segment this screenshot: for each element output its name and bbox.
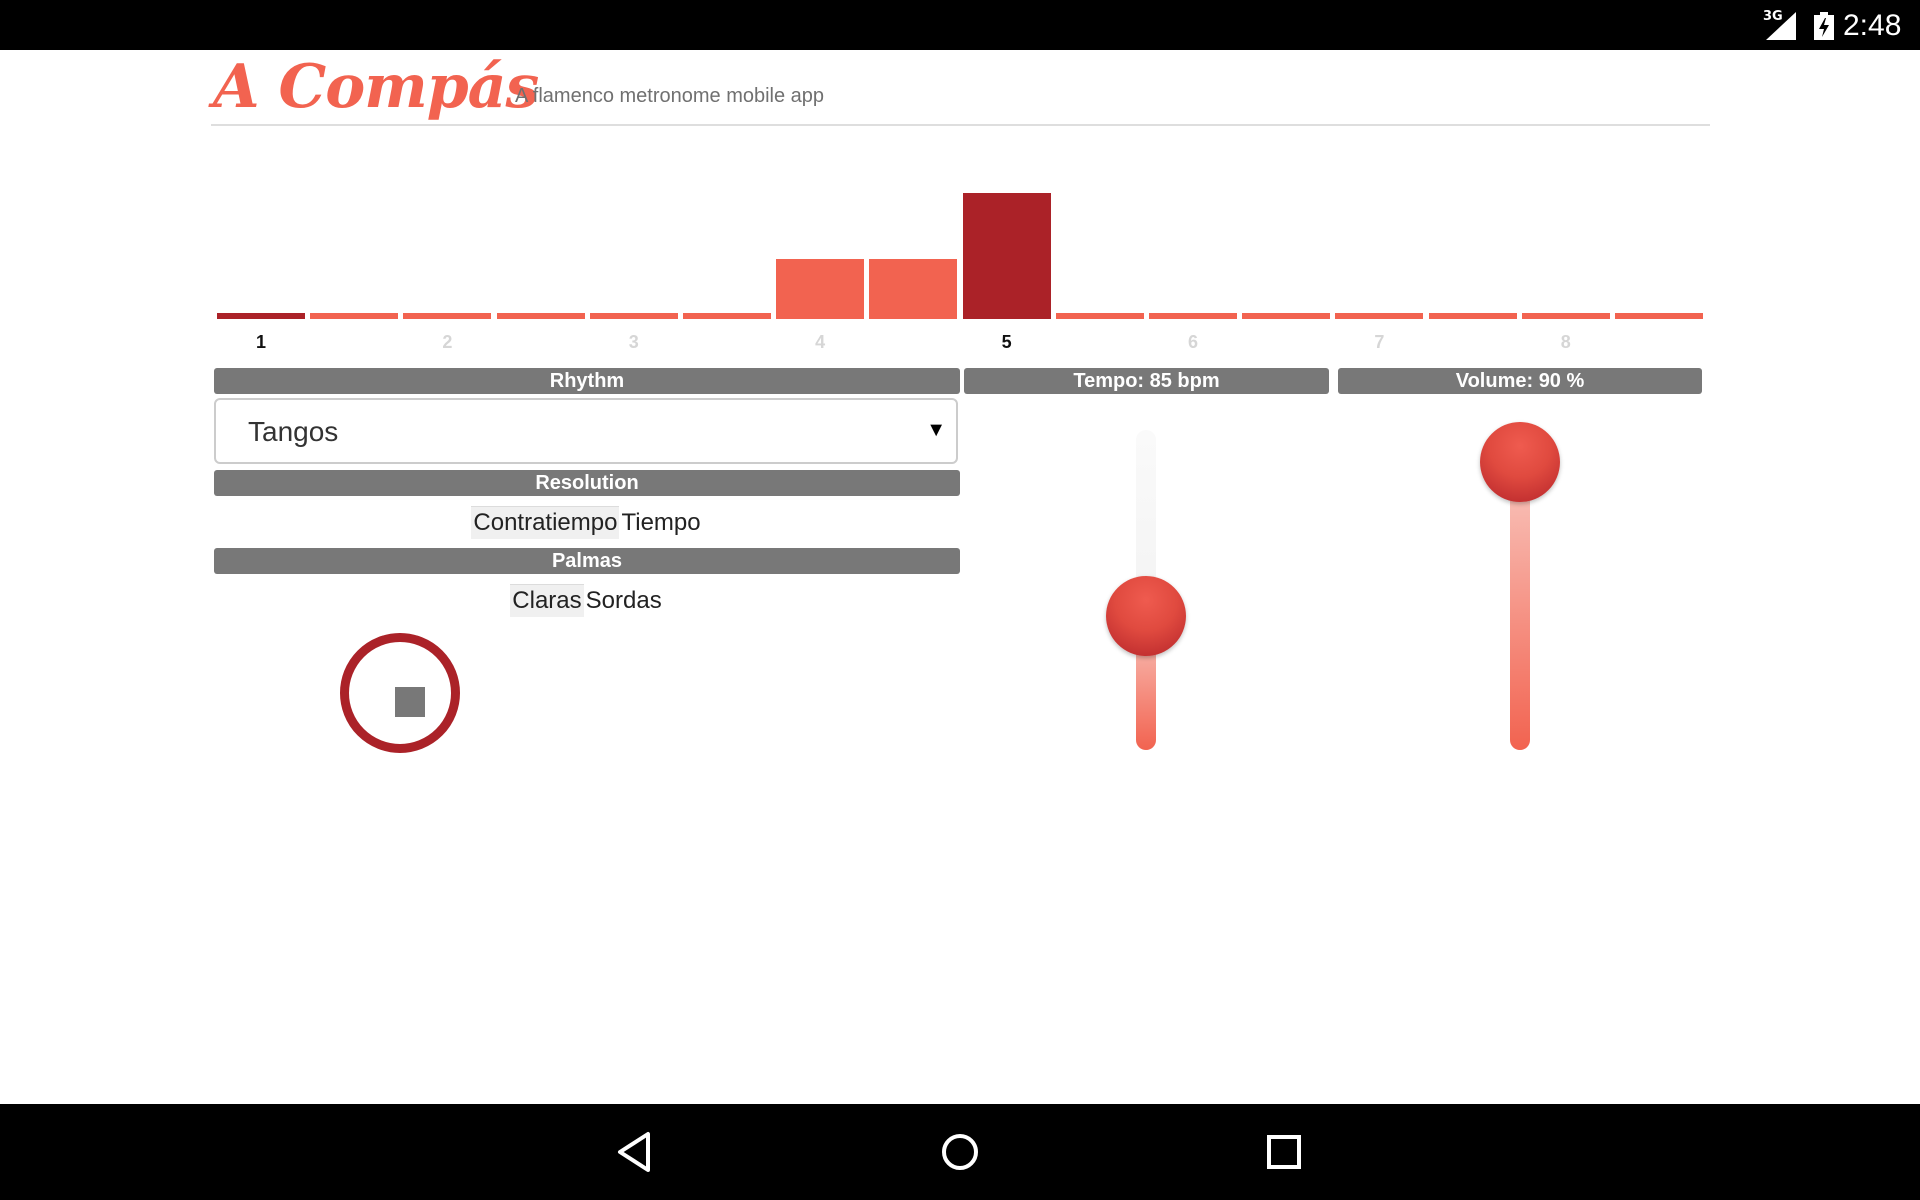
beat-bar xyxy=(683,313,771,319)
resolution-options: Contratiempo Tiempo xyxy=(214,506,960,539)
beat-bar xyxy=(869,259,958,319)
beat-number: 8 xyxy=(1560,332,1571,352)
beat-bar xyxy=(496,313,585,319)
app-title: A Compás xyxy=(213,52,539,122)
rhythm-selected-value: Tangos xyxy=(248,416,339,447)
battery-charging-icon xyxy=(1814,12,1834,40)
beat-number: 5 xyxy=(1001,332,1012,352)
beat-bar xyxy=(1428,313,1517,319)
beat-bar xyxy=(1149,313,1237,319)
palmas-option-claras[interactable]: Claras xyxy=(510,584,584,617)
beat-bar xyxy=(1335,313,1424,319)
dropdown-arrow-icon: ▼ xyxy=(926,419,946,441)
beat-number: 4 xyxy=(815,332,826,352)
beat-number: 7 xyxy=(1374,332,1385,352)
app-subtitle: A flamenco metronome mobile app xyxy=(515,85,825,107)
stop-icon xyxy=(395,687,425,717)
palmas-header: Palmas xyxy=(214,548,960,574)
beat-bar xyxy=(589,313,678,319)
clock: 2:48 xyxy=(1843,9,1902,42)
rhythm-header: Rhythm xyxy=(214,368,960,394)
beat-bar xyxy=(1521,313,1610,319)
status-bar: 3G 2:48 xyxy=(0,0,1920,50)
beat-bar xyxy=(962,193,1051,319)
home-icon[interactable] xyxy=(932,1124,988,1180)
beat-bar xyxy=(310,313,399,319)
tempo-slider-handle[interactable] xyxy=(1106,575,1186,656)
back-icon[interactable] xyxy=(608,1124,664,1180)
beat-number: 2 xyxy=(442,332,453,352)
resolution-option-tiempo[interactable]: Tiempo xyxy=(619,507,702,539)
beat-number: 6 xyxy=(1187,332,1198,352)
signal-icon xyxy=(1766,12,1796,40)
beat-number: 3 xyxy=(628,332,639,352)
recents-icon[interactable] xyxy=(1256,1124,1312,1180)
beat-bar xyxy=(217,313,305,319)
play-stop-button[interactable] xyxy=(340,633,460,753)
beat-bar xyxy=(1615,313,1703,319)
volume-slider-handle[interactable] xyxy=(1480,422,1560,502)
navigation-bar xyxy=(0,1104,1920,1200)
beat-bar xyxy=(776,259,865,319)
resolution-option-contratiempo[interactable]: Contratiempo xyxy=(471,506,620,539)
tempo-header: Tempo: 85 bpm xyxy=(964,368,1329,394)
palmas-options: Claras Sordas xyxy=(214,584,960,617)
beat-bar xyxy=(1242,313,1331,319)
volume-header: Volume: 90 % xyxy=(1338,368,1702,394)
palmas-option-sordas[interactable]: Sordas xyxy=(584,585,664,617)
beat-number: 1 xyxy=(255,332,266,352)
beat-bar xyxy=(1055,313,1144,319)
volume-slider-fill xyxy=(1510,462,1530,750)
resolution-header: Resolution xyxy=(214,470,960,496)
rhythm-select[interactable]: Tangos ▼ xyxy=(214,398,958,464)
beat-bar xyxy=(403,313,492,319)
app-header: A Compás A flamenco metronome mobile app xyxy=(211,50,1710,126)
